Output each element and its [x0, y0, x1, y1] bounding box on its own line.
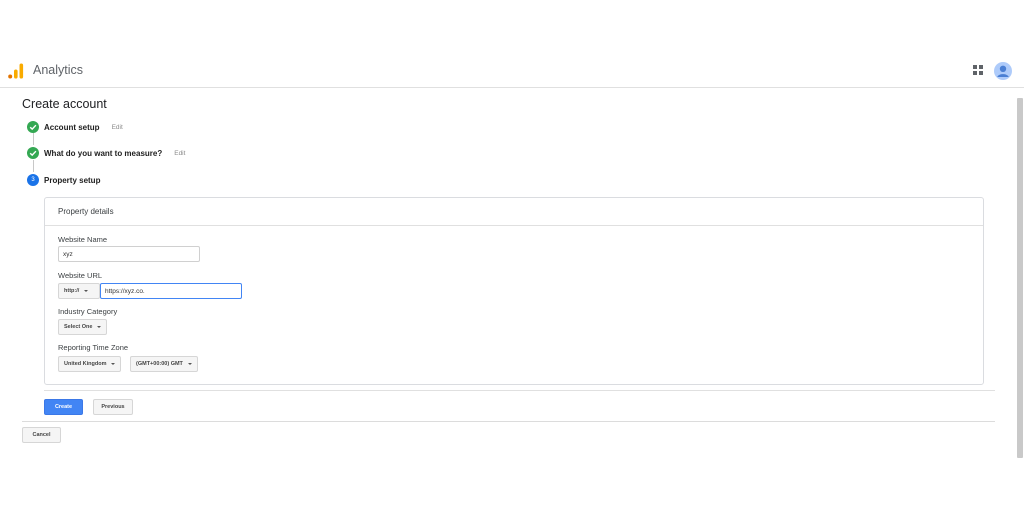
top-bar: Analytics: [0, 54, 1024, 88]
previous-button[interactable]: Previous: [93, 399, 133, 415]
website-url-label: Website URL: [58, 271, 103, 280]
footer-divider: [22, 421, 995, 422]
chevron-down-icon: [111, 363, 116, 365]
chevron-down-icon: [97, 326, 102, 328]
step-number-badge: 3: [27, 174, 39, 186]
create-button[interactable]: Create: [44, 399, 83, 415]
page-title: Create account: [22, 97, 107, 111]
industry-category-value: Select One: [64, 324, 93, 330]
card-header: Property details: [45, 198, 983, 226]
website-name-label: Website Name: [58, 235, 108, 244]
protocol-select[interactable]: http://: [58, 283, 100, 299]
edit-step-link[interactable]: Edit: [174, 150, 185, 157]
chevron-down-icon: [187, 363, 192, 365]
step-connector: [32, 160, 34, 172]
time-zone-value: (GMT+00:00) GMT: [136, 361, 183, 367]
time-zone-select[interactable]: (GMT+00:00) GMT: [130, 356, 198, 372]
step-account-setup: Account setup Edit: [27, 120, 123, 134]
website-name-input[interactable]: [58, 246, 200, 262]
check-circle-icon: [27, 121, 39, 133]
step-label: What do you want to measure?: [44, 148, 163, 158]
time-zone-country-select[interactable]: United Kingdom: [58, 356, 122, 372]
apps-grid-icon[interactable]: [973, 65, 983, 75]
protocol-value: http://: [64, 288, 80, 294]
step-connector: [32, 133, 34, 145]
step-measure: What do you want to measure? Edit: [27, 146, 185, 160]
time-zone-country-value: United Kingdom: [64, 361, 107, 367]
website-url-input[interactable]: [100, 283, 242, 299]
page-scrollbar[interactable]: [1017, 98, 1023, 458]
check-circle-icon: [27, 147, 39, 159]
step-label: Account setup: [44, 122, 100, 132]
time-zone-label: Reporting Time Zone: [58, 343, 129, 352]
edit-step-link[interactable]: Edit: [112, 124, 123, 131]
industry-category-label: Industry Category: [58, 307, 118, 316]
step-label: Property setup: [44, 175, 101, 185]
cancel-button[interactable]: Cancel: [22, 427, 61, 443]
app-title: Analytics: [33, 63, 84, 77]
chevron-down-icon: [84, 290, 89, 292]
analytics-logo-icon: [8, 63, 24, 79]
account-avatar-icon[interactable]: [994, 62, 1012, 80]
industry-category-select[interactable]: Select One: [58, 319, 108, 335]
step-property-setup: 3 Property setup: [27, 173, 100, 187]
property-details-card: Property details Website Name Website UR…: [44, 197, 984, 385]
section-divider: [44, 390, 995, 391]
